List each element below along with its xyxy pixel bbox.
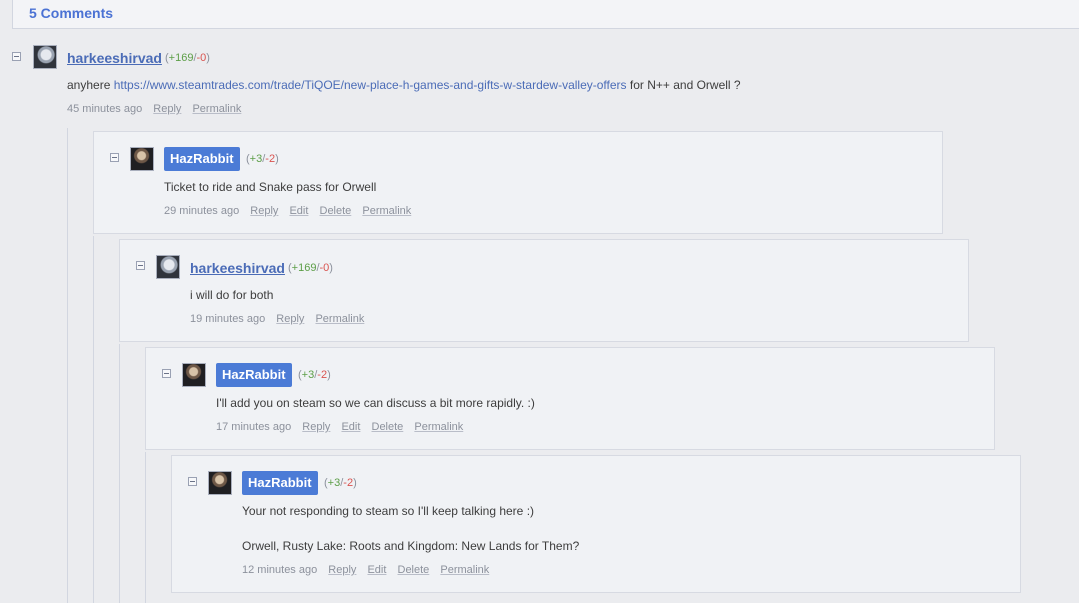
comment-body: anyhere https://www.steamtrades.com/trad… [67,78,741,92]
avatar[interactable] [130,147,154,171]
collapse-icon[interactable] [136,261,145,270]
comment-actions: 29 minutes ago Reply Edit Delete Permali… [164,205,419,217]
comment-time: 29 minutes ago [164,205,240,217]
username-link[interactable]: harkeeshirvad [67,50,162,66]
thread-guide-line [145,452,146,603]
username-badge[interactable]: HazRabbit [216,363,292,387]
comment-actions: 17 minutes ago Reply Edit Delete Permali… [216,421,471,433]
reputation: (+3/-2) [298,369,331,381]
comment-body: Ticket to ride and Snake pass for Orwell [164,180,377,194]
comment-time: 12 minutes ago [242,564,318,576]
edit-link[interactable]: Edit [367,564,386,576]
comment-body: Your not responding to steam so I'll kee… [242,504,535,518]
reputation: (+169/-0) [165,52,210,64]
collapse-icon[interactable] [110,153,119,162]
thread-guide-line [119,344,120,603]
thread-guide-line [67,128,68,603]
comment-time: 45 minutes ago [67,103,143,115]
comment-actions: 19 minutes ago Reply Permalink [190,313,372,325]
comment-link[interactable]: https://www.steamtrades.com/trade/TiQOE/… [114,78,627,92]
comment-time: 19 minutes ago [190,313,266,325]
comment-body: i will do for both [190,288,274,302]
reputation: (+169/-0) [288,262,333,274]
permalink-link[interactable]: Permalink [414,421,463,433]
comments-page: 5 Comments harkeeshirvad (+169/-0) anyhe… [0,0,1079,603]
reply-link[interactable]: Reply [302,421,330,433]
comment-actions: 12 minutes ago Reply Edit Delete Permali… [242,564,497,576]
comment-body-paragraph: Orwell, Rusty Lake: Roots and Kingdom: N… [242,539,580,553]
delete-link[interactable]: Delete [372,421,404,433]
comment-actions: 45 minutes ago Reply Permalink [67,103,249,115]
delete-link[interactable]: Delete [320,205,352,217]
collapse-icon[interactable] [188,477,197,486]
reply-link[interactable]: Reply [328,564,356,576]
comment-time: 17 minutes ago [216,421,292,433]
collapse-icon[interactable] [12,52,21,61]
collapse-icon[interactable] [162,369,171,378]
username-link[interactable]: harkeeshirvad [190,260,285,276]
reply-link[interactable]: Reply [276,313,304,325]
reply-link[interactable]: Reply [250,205,278,217]
permalink-link[interactable]: Permalink [315,313,364,325]
avatar[interactable] [182,363,206,387]
username-badge[interactable]: HazRabbit [164,147,240,171]
reputation: (+3/-2) [246,153,279,165]
reputation: (+3/-2) [324,477,357,489]
permalink-link[interactable]: Permalink [362,205,411,217]
permalink-link[interactable]: Permalink [192,103,241,115]
edit-link[interactable]: Edit [289,205,308,217]
comments-count-title: 5 Comments [29,5,114,21]
reply-link[interactable]: Reply [153,103,181,115]
edit-link[interactable]: Edit [341,421,360,433]
avatar[interactable] [208,471,232,495]
permalink-link[interactable]: Permalink [440,564,489,576]
username-badge[interactable]: HazRabbit [242,471,318,495]
avatar[interactable] [33,45,57,69]
comments-header: 5 Comments [12,0,1079,29]
avatar[interactable] [156,255,180,279]
comment-body: I'll add you on steam so we can discuss … [216,396,535,410]
thread-guide-line [93,236,94,603]
delete-link[interactable]: Delete [398,564,430,576]
